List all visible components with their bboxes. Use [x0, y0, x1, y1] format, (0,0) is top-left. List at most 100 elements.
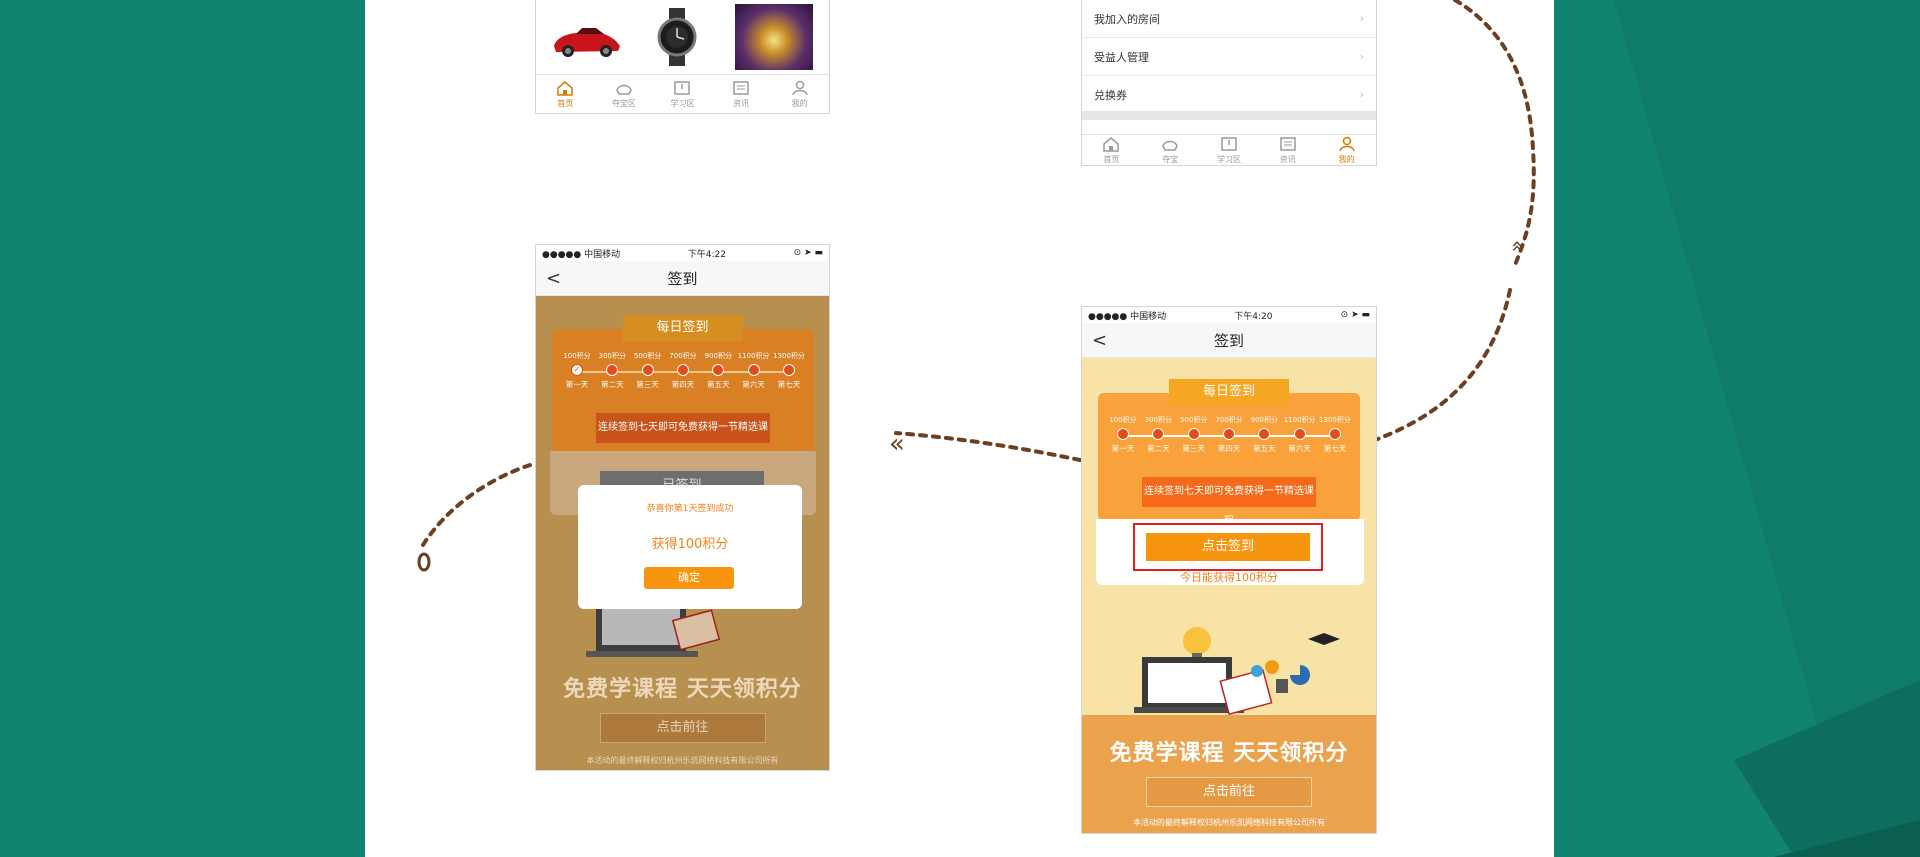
step-day: 第四天	[671, 380, 695, 389]
car-image	[554, 28, 620, 57]
step-day: 第一天	[565, 380, 589, 389]
status-bar: ●●●●● 中国移动 下午4:20 ⊙ ➤ ▬	[1082, 307, 1376, 323]
tab-label: 我的	[1338, 154, 1355, 164]
tab-home[interactable]: 首页	[536, 75, 595, 113]
graduation-cap-icon	[1308, 633, 1340, 645]
step-points: 1300积分	[1319, 416, 1351, 424]
step-day: 第三天	[1182, 444, 1205, 453]
promo-banner: 连续签到七天即可免费获得一节精选课程	[596, 413, 770, 463]
profile-tabbar: 首页 夺宝 学习区 资讯 我的	[1082, 134, 1376, 165]
menu-item-label: 我加入的房间	[1094, 12, 1160, 26]
menu-item[interactable]: 我加入的房间 ›	[1082, 0, 1376, 38]
dialog-message: 恭喜你第1天签到成功	[646, 504, 734, 514]
step-day: 第七天	[777, 380, 801, 389]
tab-home[interactable]: 首页	[1082, 135, 1141, 165]
tab-news[interactable]: 资讯	[712, 75, 771, 113]
step-points: 1300积分	[773, 352, 805, 360]
tab-label: 首页	[557, 98, 574, 108]
tab-book[interactable]: 学习区	[1200, 135, 1259, 165]
tab-label: 学习区	[1216, 154, 1241, 164]
back-icon[interactable]: <	[1092, 330, 1107, 351]
copyright: 本活动的最终解释权归杭州乐凯网络科技有限公司所有	[586, 756, 779, 765]
step-points: 1100积分	[1283, 416, 1316, 424]
gold-ingot-icon	[616, 84, 632, 95]
clock: 下午4:20	[1234, 311, 1273, 322]
lightbulb-icon	[1183, 627, 1211, 655]
step-dot	[1222, 428, 1235, 440]
menu-item[interactable]: 受益人管理 ›	[1082, 38, 1376, 76]
product-car[interactable]	[550, 20, 622, 60]
chevron-right-icon: ›	[1359, 12, 1364, 25]
phone-checkin-success: ●●●●● 中国移动 下午4:22 ⊙ ➤ ▬ < 签到 100积分 ✓ 第一天 30…	[535, 244, 830, 771]
step-day: 第四天	[1217, 444, 1241, 453]
home-icon	[1103, 136, 1120, 152]
daily-banner: 每日签到	[1169, 379, 1289, 405]
dialog-points: 获得100积分	[651, 537, 729, 552]
tab-news[interactable]: 资讯	[1258, 135, 1317, 165]
path-end-marker	[417, 552, 431, 572]
tab-gold-ingot[interactable]: 夺宝	[1141, 135, 1200, 165]
step-points: 900积分	[704, 352, 732, 360]
menu-item-label: 兑换券	[1094, 88, 1127, 102]
menu-item-label: 受益人管理	[1094, 50, 1149, 64]
coin-icon	[1251, 665, 1263, 677]
slogan: 免费学课程 天天领积分	[563, 677, 802, 702]
step-day: 第一天	[1111, 444, 1135, 453]
step-points: 500积分	[1179, 416, 1208, 424]
product-watch[interactable]	[656, 8, 698, 66]
step-day: 第六天	[742, 380, 765, 389]
nav-bar: < 签到	[536, 261, 829, 296]
coin-icon	[1265, 660, 1279, 674]
step-dot	[712, 364, 725, 376]
phone-checkin: ●●●●● 中国移动 下午4:20 ⊙ ➤ ▬ < 签到 100积分 第一天 300…	[1081, 306, 1377, 834]
menu-item[interactable]: 兑换券 ›	[1082, 76, 1376, 114]
chevron-right-icon: ›	[1359, 88, 1364, 101]
carrier: ●●●●● 中国移动	[542, 249, 621, 260]
tab-book[interactable]: 学习区	[653, 75, 712, 113]
step-day: 第七天	[1323, 444, 1347, 453]
bottom-band	[1082, 715, 1376, 833]
copyright: 本活动的最终解释权归杭州乐凯网络科技有限公司所有	[1133, 818, 1325, 827]
nav-title: 签到	[1213, 331, 1244, 350]
battery-icon: ⊙ ➤ ▬	[1340, 310, 1370, 320]
step-points: 900积分	[1250, 416, 1278, 424]
step-points: 100积分	[1109, 416, 1137, 424]
tab-label: 资讯	[733, 98, 750, 108]
promo-banner: 连续签到七天即可免费获得一节精选课程	[1142, 477, 1316, 527]
step-day: 第二天	[601, 380, 624, 389]
news-icon	[1280, 136, 1296, 151]
product-game-art[interactable]	[735, 4, 813, 70]
step-dot	[641, 364, 654, 376]
step-points: 700积分	[1215, 416, 1243, 424]
checkin-button[interactable]: 点击签到	[1146, 533, 1310, 561]
profile-menu: 我加入的房间 › 受益人管理 › 兑换券 ›	[1082, 0, 1376, 114]
step-dot	[1293, 428, 1306, 440]
go-button[interactable]: 点击前往	[599, 713, 766, 743]
carrier: ●●●●● 中国移动	[1088, 311, 1167, 322]
step-points: 500积分	[633, 352, 662, 360]
checkin-card: 100积分 第一天 300积分 第二天 500积分 第三天 700积分 第四天 900积分 第五天…	[1098, 393, 1360, 527]
step-dot: ✓	[571, 364, 583, 376]
tab-user[interactable]: 我的	[770, 75, 829, 113]
step-points: 700积分	[669, 352, 697, 360]
dialog-confirm-button[interactable]: 确定	[644, 567, 734, 589]
news-icon	[733, 80, 749, 95]
tab-user[interactable]: 我的	[1317, 135, 1376, 165]
step-points: 1100积分	[737, 352, 770, 360]
tab-label: 夺宝	[1162, 154, 1179, 164]
step-day: 第五天	[1253, 444, 1276, 453]
step-day: 第二天	[1147, 444, 1170, 453]
tab-label: 首页	[1103, 154, 1120, 164]
back-icon[interactable]: <	[546, 268, 561, 289]
clock: 下午4:22	[687, 249, 727, 260]
step-day: 第六天	[1288, 444, 1311, 453]
step-points: 100积分	[563, 352, 591, 360]
go-button[interactable]: 点击前往	[1146, 777, 1312, 807]
step-dot	[1187, 428, 1200, 440]
home-icon	[557, 80, 574, 96]
status-bar: ●●●●● 中国移动 下午4:22 ⊙ ➤ ▬	[536, 245, 829, 261]
tab-gold-ingot[interactable]: 夺宝区	[595, 75, 654, 113]
step-dot	[1117, 428, 1129, 440]
study-illustration	[1134, 627, 1340, 715]
daily-banner: 每日签到	[622, 315, 743, 341]
